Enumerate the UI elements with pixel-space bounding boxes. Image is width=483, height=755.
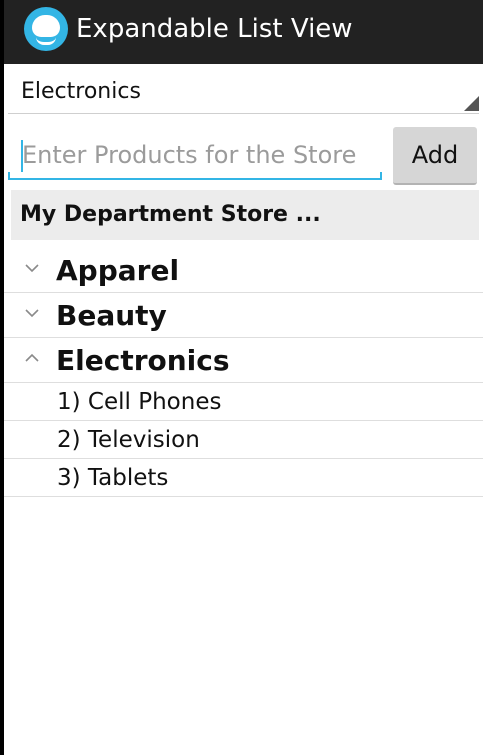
child-item[interactable]: 1) Cell Phones <box>4 383 483 421</box>
expandable-list: Apparel Beauty Electronics 1) Cell Phone… <box>4 248 483 497</box>
product-input[interactable] <box>8 132 382 178</box>
group-label: Apparel <box>56 254 180 287</box>
child-item[interactable]: 2) Television <box>4 421 483 459</box>
child-item-label: 1) Cell Phones <box>57 389 222 415</box>
child-item-label: 2) Television <box>57 427 200 453</box>
app-icon[interactable] <box>24 7 68 51</box>
product-input-container <box>8 132 382 182</box>
group-beauty[interactable]: Beauty <box>4 293 483 338</box>
app-title: Expandable List View <box>76 14 353 44</box>
spinner-selected-value: Electronics <box>21 79 141 104</box>
store-header: My Department Store ... <box>11 190 479 240</box>
add-button[interactable]: Add <box>393 127 477 185</box>
chevron-down-icon <box>25 264 39 273</box>
spinner-dropdown-icon <box>464 96 479 111</box>
group-apparel[interactable]: Apparel <box>4 248 483 293</box>
text-cursor <box>21 140 23 172</box>
input-underline <box>8 178 382 180</box>
child-item-label: 3) Tablets <box>57 465 169 491</box>
app-screen: Expandable List View Electronics Add My … <box>4 0 483 755</box>
group-label: Electronics <box>56 344 230 377</box>
store-header-title: My Department Store ... <box>20 202 321 227</box>
group-label: Beauty <box>56 299 167 332</box>
chevron-up-icon <box>25 353 39 362</box>
group-electronics[interactable]: Electronics <box>4 338 483 383</box>
chevron-down-icon <box>25 309 39 318</box>
action-bar: Expandable List View <box>4 0 483 64</box>
child-item[interactable]: 3) Tablets <box>4 459 483 497</box>
department-spinner[interactable]: Electronics <box>8 68 479 114</box>
